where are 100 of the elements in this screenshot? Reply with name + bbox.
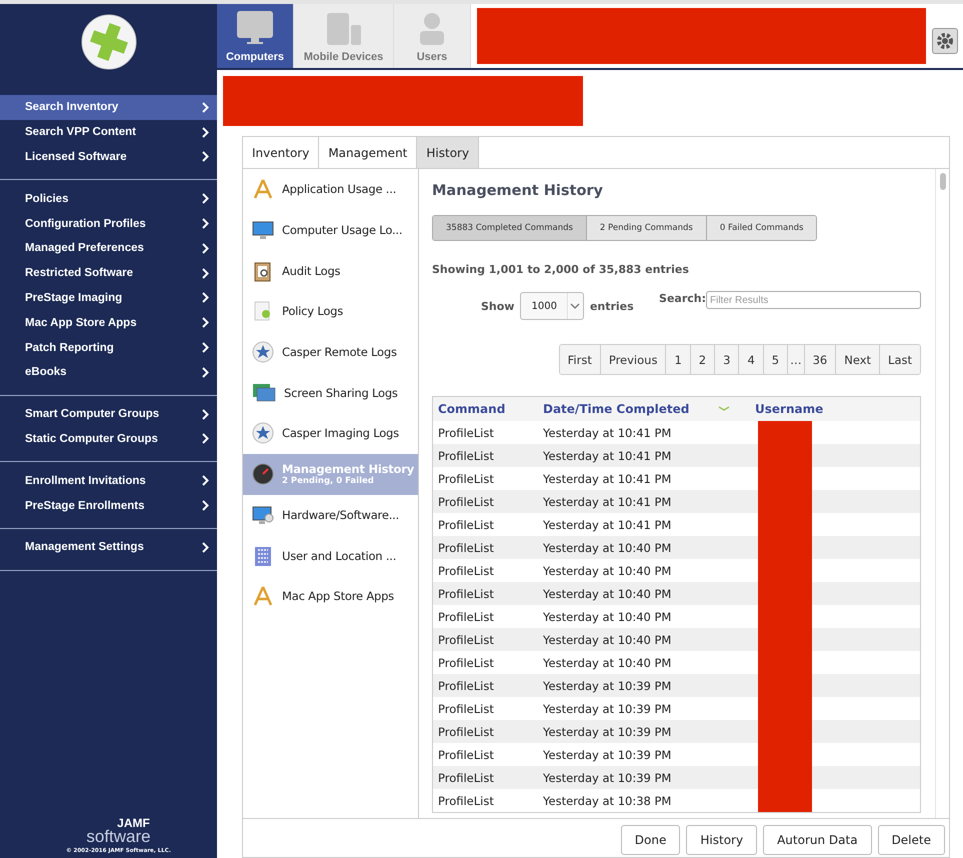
sidebar-item[interactable]: Smart Computer Groups xyxy=(0,402,217,427)
table-cell-text: ProfileList xyxy=(437,540,495,554)
show-label: Show xyxy=(481,300,514,312)
pagination-button[interactable]: 2 xyxy=(690,345,716,374)
sidebar-item[interactable]: Configuration Profiles xyxy=(0,211,217,236)
table-cell-text: Yesterday at 10:39 PM xyxy=(542,678,672,692)
gauge-icon xyxy=(252,463,274,486)
history-nav-item[interactable]: Casper Remote Logs xyxy=(243,332,418,372)
history-nav-item[interactable]: Audit Logs xyxy=(243,250,418,292)
nav-label: Application Usage ... xyxy=(282,182,396,196)
table-cell-text: ProfileList xyxy=(437,494,495,508)
settings-icon xyxy=(936,32,954,50)
nav-label: Screen Sharing Logs xyxy=(284,386,398,400)
action-button[interactable]: Delete xyxy=(878,825,945,855)
star-badge-icon xyxy=(252,422,274,444)
chevron-right-icon xyxy=(202,268,209,279)
redaction-block xyxy=(758,789,812,812)
sidebar-item[interactable]: Licensed Software xyxy=(0,144,217,170)
chevron-right-icon xyxy=(202,342,209,354)
action-button[interactable]: Done xyxy=(620,825,680,855)
brand-text: software xyxy=(86,829,151,845)
sidebar-item[interactable]: Managed Preferences xyxy=(0,236,217,261)
page-size-select[interactable]: 1000 xyxy=(520,292,584,320)
pagination-button[interactable]: Previous xyxy=(600,345,666,374)
pagination-button[interactable]: 5 xyxy=(764,345,788,374)
pagination-button[interactable]: 4 xyxy=(739,345,764,374)
action-button[interactable]: History xyxy=(686,825,758,855)
redaction-block xyxy=(758,421,812,444)
sidebar-item[interactable]: eBooks xyxy=(0,360,217,385)
sidebar-item[interactable]: Restricted Software xyxy=(0,260,217,286)
top-tab[interactable]: Users xyxy=(394,4,471,68)
sidebar-item[interactable]: Management Settings xyxy=(0,534,217,560)
chevron-right-icon xyxy=(202,242,209,254)
history-nav-item[interactable]: Casper Imaging Logs xyxy=(243,413,418,454)
column-header[interactable]: Username xyxy=(755,402,824,416)
table-cell-text: ProfileList xyxy=(437,794,495,808)
sidebar-item[interactable]: Enrollment Invitations xyxy=(0,468,217,494)
pagination-button[interactable]: … xyxy=(788,345,805,374)
history-nav-item[interactable]: User and Location ... xyxy=(243,535,418,576)
chevron-right-icon xyxy=(202,366,209,378)
history-nav-item[interactable]: Policy Logs xyxy=(243,291,418,332)
sidebar-item[interactable]: PreStage Imaging xyxy=(0,286,217,310)
table-cell-text: ProfileList xyxy=(437,564,495,578)
table-cell-text: Yesterday at 10:40 PM xyxy=(542,632,672,646)
table-cell-text: ProfileList xyxy=(437,518,495,532)
settings-button[interactable] xyxy=(932,28,958,54)
pagination-button[interactable]: 36 xyxy=(804,345,836,374)
history-nav-item[interactable]: Computer Usage Lo... xyxy=(243,210,418,250)
record-tab[interactable]: History xyxy=(417,137,480,168)
chevron-right-icon xyxy=(202,317,209,328)
pagination-button[interactable]: 3 xyxy=(715,345,740,374)
table-cell-text: Yesterday at 10:41 PM xyxy=(542,518,672,532)
history-nav-item[interactable]: Screen Sharing Logs xyxy=(243,372,418,414)
chevron-right-icon xyxy=(202,475,209,486)
filter-button[interactable]: 35883 Completed Commands xyxy=(433,216,587,240)
column-header[interactable]: Date/Time Completed xyxy=(543,402,690,416)
monitor-icon xyxy=(252,219,274,242)
filter-button[interactable]: 2 Pending Commands xyxy=(586,216,707,240)
entries-label: entries xyxy=(590,300,634,312)
table-cell-text: ProfileList xyxy=(437,632,495,646)
history-nav-item[interactable]: Mac App Store Apps xyxy=(243,576,418,617)
nav-label: Computer Usage Lo... xyxy=(282,223,402,238)
sidebar-item[interactable]: Policies xyxy=(0,186,217,212)
top-tab[interactable]: Mobile Devices xyxy=(294,4,394,68)
tablet-phone-icon xyxy=(326,13,360,45)
top-tab[interactable]: Computers xyxy=(217,4,294,68)
history-nav-item[interactable]: Hardware/Software... xyxy=(243,494,418,536)
sort-chevron-icon xyxy=(718,406,730,412)
sidebar-item[interactable]: PreStage Enrollments xyxy=(0,493,217,518)
pagination-button[interactable]: 1 xyxy=(666,345,691,374)
table-cell-text: Yesterday at 10:38 PM xyxy=(542,794,672,808)
nav-label: Casper Remote Logs xyxy=(282,345,397,360)
table-cell-text: Yesterday at 10:39 PM xyxy=(542,770,672,784)
history-nav-item[interactable]: Application Usage ... xyxy=(243,169,418,210)
table-cell-text: Yesterday at 10:41 PM xyxy=(542,494,672,508)
chevron-right-icon xyxy=(202,292,209,304)
scrollbar[interactable] xyxy=(935,169,949,818)
chevron-right-icon xyxy=(202,408,209,420)
search-field[interactable]: Filter Results xyxy=(706,291,921,309)
table-cell-text: ProfileList xyxy=(437,678,495,692)
chevron-right-icon xyxy=(202,500,209,512)
table-cell-text: Yesterday at 10:39 PM xyxy=(542,748,672,762)
star-badge-icon xyxy=(252,341,274,364)
sidebar-item[interactable]: Static Computer Groups xyxy=(0,426,217,452)
sidebar-item[interactable]: Mac App Store Apps xyxy=(0,310,217,336)
nav-subtitle: 2 Pending, 0 Failed xyxy=(282,476,375,486)
sidebar-item[interactable]: Patch Reporting xyxy=(0,335,217,360)
chevron-right-icon xyxy=(202,218,209,230)
nav-label: User and Location ... xyxy=(282,548,396,563)
pagination-button[interactable]: Last xyxy=(880,345,920,374)
sidebar-item[interactable]: Search VPP Content xyxy=(0,120,217,145)
column-header[interactable]: Command xyxy=(438,402,506,416)
filter-button[interactable]: 0 Failed Commands xyxy=(706,216,816,240)
monitor-icon xyxy=(237,11,273,45)
nav-label: Casper Imaging Logs xyxy=(282,426,399,440)
sidebar-item[interactable]: Search Inventory xyxy=(0,95,217,120)
pagination-button[interactable]: Next xyxy=(836,345,880,374)
chevron-right-icon xyxy=(202,151,209,162)
pagination-button[interactable]: First xyxy=(560,345,601,374)
action-button[interactable]: Autorun Data xyxy=(763,825,872,855)
